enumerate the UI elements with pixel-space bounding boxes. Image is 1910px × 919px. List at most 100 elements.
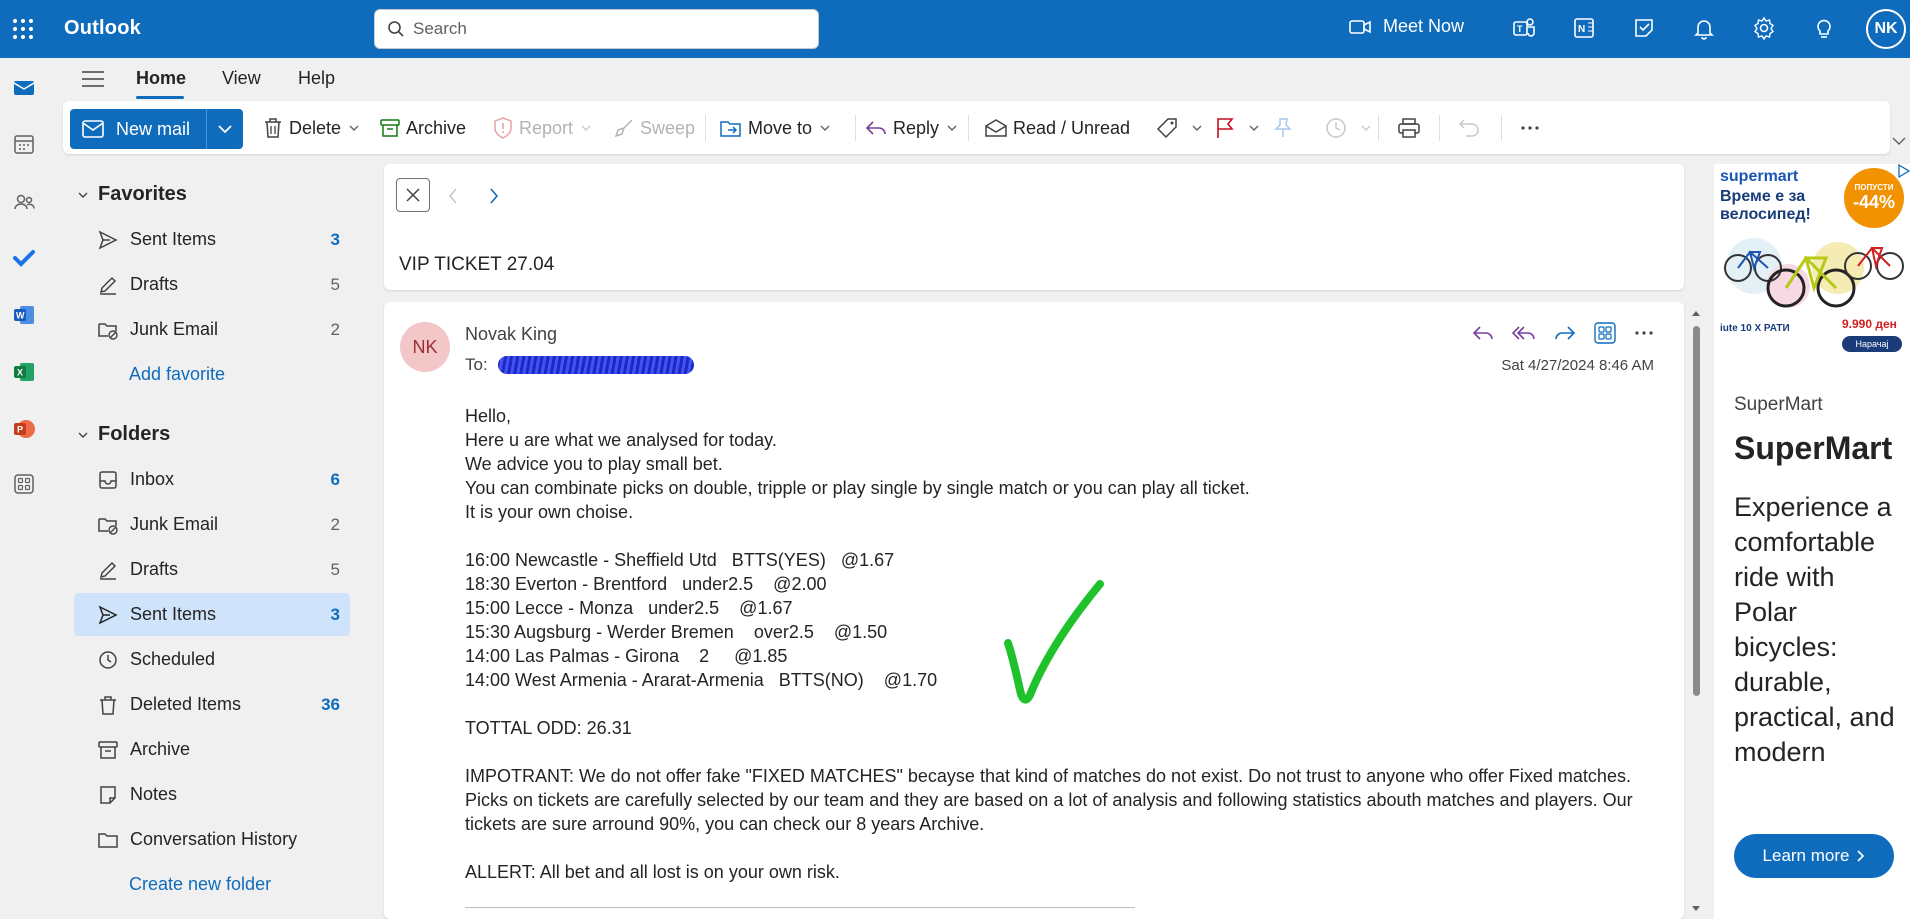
people-icon[interactable] [12,190,36,214]
meet-now-label: Meet Now [1383,16,1465,36]
ribbon-collapse-chevron-icon[interactable] [1892,136,1906,146]
pin-icon [1274,118,1292,137]
favorite-drafts[interactable]: Drafts 5 [74,263,350,306]
item-count: 5 [330,559,340,579]
word-icon[interactable]: W [12,303,36,327]
favorites-header[interactable]: Favorites [78,183,187,206]
read-unread-button[interactable]: Read / Unread [985,113,1130,143]
create-new-folder-link[interactable]: Create new folder [129,874,271,895]
sender-avatar[interactable]: NK [400,322,450,372]
scroll-down-arrow-icon[interactable] [1692,906,1700,912]
folder-drafts[interactable]: Drafts 5 [74,548,350,591]
pin-button[interactable] [1273,113,1299,143]
app-launcher-icon[interactable] [11,17,35,41]
folders-header[interactable]: Folders [78,423,170,446]
to-do-app-icon[interactable] [12,246,36,270]
teams-icon[interactable]: T [1512,16,1536,40]
to-do-icon[interactable] [1632,16,1656,40]
settings-gear-icon[interactable] [1752,16,1776,40]
folder-label: Drafts [130,274,179,294]
folder-notes[interactable]: Notes [74,773,350,816]
favorite-junk-email[interactable]: Junk Email 2 [74,308,350,351]
folder-sent-items[interactable]: Sent Items 3 [74,593,350,636]
reading-pane-scrollbar[interactable] [1689,302,1703,919]
chevron-down-icon[interactable] [947,124,957,132]
hamburger-menu-icon[interactable] [82,70,104,88]
unread-count: 3 [330,604,340,624]
next-message-chevron-icon[interactable] [489,188,499,204]
tab-home[interactable]: Home [136,68,186,89]
sender-name[interactable]: Novak King [465,324,557,345]
promo-order-button[interactable]: Нарачај [1842,336,1902,352]
junk-folder-icon [98,322,118,340]
adchoices-icon[interactable] [1898,164,1910,178]
video-camera-icon [1349,19,1371,34]
total-odd-line: TOTTAL ODD: 26.31 [465,718,632,738]
bicycles-illustration [1724,238,1904,308]
move-to-button[interactable]: Move to [720,113,836,143]
reply-icon[interactable] [1472,324,1494,342]
close-button[interactable] [396,178,430,212]
apps-grid-icon[interactable] [1594,322,1616,344]
onenote-icon[interactable]: N [1572,16,1596,40]
promo-price: 9.990 ден [1842,317,1897,331]
archive-button[interactable]: Archive [380,113,466,143]
folder-archive[interactable]: Archive [74,728,350,771]
chevron-down-icon[interactable] [820,124,830,132]
item-count: 5 [330,274,340,294]
mail-icon[interactable] [12,76,36,100]
forward-icon[interactable] [1554,324,1576,342]
excel-icon[interactable]: X [12,360,36,384]
more-options-button[interactable] [1520,113,1546,143]
folder-deleted-items[interactable]: Deleted Items 36 [74,683,350,726]
print-button[interactable] [1397,113,1427,143]
tab-view[interactable]: View [222,68,261,89]
folder-junk-email[interactable]: Junk Email 2 [74,503,350,546]
envelope-open-icon [985,119,1007,137]
folder-label: Scheduled [130,649,216,669]
undo-button[interactable] [1458,113,1486,143]
ad-banner-image[interactable]: supermart Време е за велосипед! ПОПУСТИ -… [1714,164,1910,359]
new-mail-dropdown[interactable] [207,109,243,149]
reply-button[interactable]: Reply [865,113,963,143]
search-box[interactable]: Search [374,9,819,49]
report-button[interactable]: Report [493,113,597,143]
item-count: 2 [330,514,340,534]
more-actions-ellipsis-icon[interactable] [1634,330,1654,336]
note-icon [100,785,116,804]
sweep-button[interactable]: Sweep [614,113,695,143]
folder-scheduled[interactable]: Scheduled [74,638,350,681]
app-title[interactable]: Outlook [64,17,141,40]
meet-now-button[interactable]: Meet Now [1349,16,1464,37]
more-apps-icon[interactable] [12,472,36,496]
folder-conversation-history[interactable]: Conversation History [74,818,350,861]
flag-button[interactable] [1215,113,1265,143]
send-icon [98,604,118,625]
add-favorite-link[interactable]: Add favorite [129,364,225,385]
message-subject: VIP TICKET 27.04 [399,254,555,275]
ad-title[interactable]: SuperMart [1734,430,1892,467]
chevron-down-icon[interactable] [349,124,359,132]
tips-lightbulb-icon[interactable] [1812,16,1836,40]
learn-more-button[interactable]: Learn more [1734,834,1894,878]
advertisement-panel[interactable]: supermart Време е за велосипед! ПОПУСТИ -… [1714,164,1910,919]
new-mail-button[interactable]: New mail [70,109,243,149]
chevron-down-icon [1249,125,1259,131]
folder-inbox[interactable]: Inbox 6 [74,458,350,501]
previous-message-chevron-icon[interactable] [448,188,458,204]
categorize-button[interactable] [1156,113,1208,143]
snooze-button[interactable] [1325,113,1377,143]
favorite-sent-items[interactable]: Sent Items 3 [74,218,350,261]
scroll-up-arrow-icon[interactable] [1692,310,1700,316]
powerpoint-icon[interactable]: P [12,417,36,441]
folder-label: Drafts [130,559,179,579]
reply-all-icon[interactable] [1512,324,1536,342]
delete-button[interactable]: Delete [263,113,365,143]
account-avatar[interactable]: NK [1866,9,1906,49]
tab-help[interactable]: Help [298,68,335,89]
scrollbar-thumb[interactable] [1693,326,1700,696]
calendar-icon[interactable] [12,132,36,156]
favorites-label: Favorites [98,183,187,205]
recipients-line: To: [465,355,694,375]
notifications-bell-icon[interactable] [1692,16,1716,40]
